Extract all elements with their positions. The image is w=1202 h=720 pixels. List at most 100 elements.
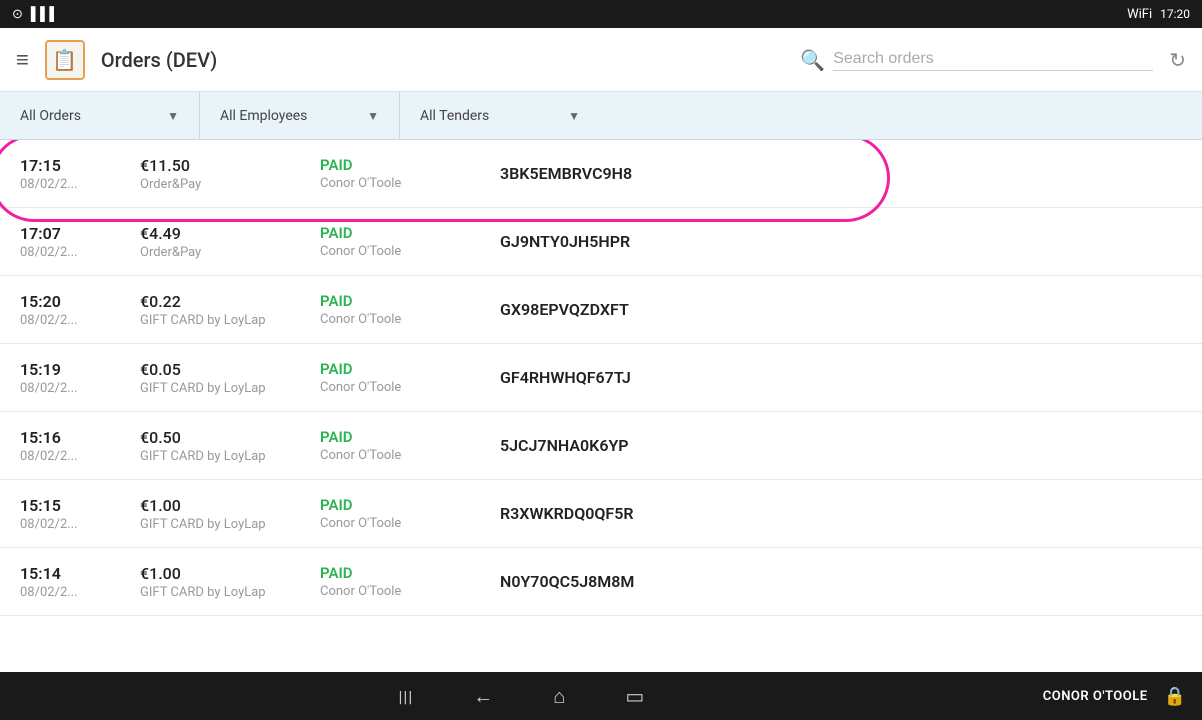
order-date: 08/02/2...: [20, 313, 140, 328]
nav-icons: ||| ← ⌂ ▭: [0, 684, 1043, 709]
filter-all-tenders[interactable]: All Tenders ▼: [400, 92, 600, 139]
order-time-col: 15:19 08/02/2...: [20, 354, 140, 401]
app-title: Orders (DEV): [101, 48, 784, 72]
app-logo: 📋: [45, 40, 85, 80]
order-amount-col: €0.05 GIFT CARD by LoyLap: [140, 354, 320, 401]
order-amount: €0.50: [140, 428, 320, 447]
filter-bar: All Orders ▼ All Employees ▼ All Tenders…: [0, 92, 1202, 140]
order-id: 5JCJ7NHA0K6YP: [500, 422, 1182, 469]
order-status-col: PAID Conor O'Toole: [320, 286, 500, 333]
order-id: R3XWKRDQ0QF5R: [500, 490, 1182, 537]
order-amount-col: €1.00 GIFT CARD by LoyLap: [140, 490, 320, 537]
order-method: GIFT CARD by LoyLap: [140, 517, 320, 532]
order-row[interactable]: 17:07 08/02/2... €4.49 Order&Pay PAID Co…: [0, 208, 1202, 276]
order-row[interactable]: 15:16 08/02/2... €0.50 GIFT CARD by LoyL…: [0, 412, 1202, 480]
order-amount: €0.22: [140, 292, 320, 311]
search-input[interactable]: [833, 48, 1153, 71]
search-icon[interactable]: 🔍: [800, 48, 825, 72]
filter-all-employees[interactable]: All Employees ▼: [200, 92, 400, 139]
status-bar: ⊙ ▌▌▌ WiFi 17:20: [0, 0, 1202, 28]
order-method: GIFT CARD by LoyLap: [140, 313, 320, 328]
order-status-badge: PAID: [320, 360, 500, 378]
order-status-col: PAID Conor O'Toole: [320, 558, 500, 605]
order-employee: Conor O'Toole: [320, 380, 500, 395]
filter-all-employees-label: All Employees: [220, 108, 307, 124]
back-icon[interactable]: ←: [473, 684, 493, 709]
order-status-badge: PAID: [320, 496, 500, 514]
order-status-badge: PAID: [320, 428, 500, 446]
order-status-badge: PAID: [320, 224, 500, 242]
bottom-nav-username: CONOR O'TOOLE: [1043, 689, 1164, 704]
order-date: 08/02/2...: [20, 449, 140, 464]
order-method: Order&Pay: [140, 177, 320, 192]
orders-list: 17:15 08/02/2... €11.50 Order&Pay PAID C…: [0, 140, 1202, 672]
barcode-icon[interactable]: |||: [399, 687, 414, 706]
order-employee: Conor O'Toole: [320, 244, 500, 259]
recent-apps-icon[interactable]: ▭: [625, 684, 644, 708]
order-status-col: PAID Conor O'Toole: [320, 354, 500, 401]
home-icon[interactable]: ⌂: [553, 684, 565, 709]
order-time-col: 15:14 08/02/2...: [20, 558, 140, 605]
status-bar-right: WiFi 17:20: [1127, 7, 1190, 22]
order-time-col: 17:07 08/02/2...: [20, 218, 140, 265]
order-id: GF4RHWHQF67TJ: [500, 354, 1182, 401]
order-time: 15:19: [20, 360, 140, 379]
order-amount: €1.00: [140, 496, 320, 515]
order-id: 3BK5EMBRVC9H8: [500, 150, 1182, 197]
order-employee: Conor O'Toole: [320, 312, 500, 327]
order-status-badge: PAID: [320, 292, 500, 310]
order-amount-col: €4.49 Order&Pay: [140, 218, 320, 265]
order-status-col: PAID Conor O'Toole: [320, 490, 500, 537]
order-amount: €0.05: [140, 360, 320, 379]
order-row[interactable]: 17:15 08/02/2... €11.50 Order&Pay PAID C…: [0, 140, 1202, 208]
order-time: 17:15: [20, 156, 140, 175]
order-status-col: PAID Conor O'Toole: [320, 150, 500, 197]
order-date: 08/02/2...: [20, 381, 140, 396]
status-time: 17:20: [1160, 7, 1190, 21]
order-time-col: 17:15 08/02/2...: [20, 150, 140, 197]
clock-icon: ⊙: [12, 7, 23, 22]
order-amount: €11.50: [140, 156, 320, 175]
signal-bars-icon: ▌▌▌: [31, 6, 59, 22]
order-amount: €1.00: [140, 564, 320, 583]
lock-icon[interactable]: 🔒: [1164, 686, 1202, 707]
filter-all-orders-chevron: ▼: [167, 109, 179, 123]
order-id: GX98EPVQZDXFT: [500, 286, 1182, 333]
filter-all-tenders-chevron: ▼: [568, 109, 580, 123]
order-employee: Conor O'Toole: [320, 448, 500, 463]
order-amount-col: €11.50 Order&Pay: [140, 150, 320, 197]
order-date: 08/02/2...: [20, 585, 140, 600]
order-employee: Conor O'Toole: [320, 176, 500, 191]
menu-icon[interactable]: ≡: [16, 47, 29, 73]
order-time: 15:15: [20, 496, 140, 515]
order-date: 08/02/2...: [20, 245, 140, 260]
order-row[interactable]: 15:19 08/02/2... €0.05 GIFT CARD by LoyL…: [0, 344, 1202, 412]
order-status-badge: PAID: [320, 156, 500, 174]
order-date: 08/02/2...: [20, 517, 140, 532]
wifi-icon: WiFi: [1127, 7, 1152, 22]
status-bar-left: ⊙ ▌▌▌: [12, 6, 59, 22]
search-wrapper: 🔍 ↻: [800, 48, 1186, 72]
order-time: 15:14: [20, 564, 140, 583]
order-time-col: 15:16 08/02/2...: [20, 422, 140, 469]
order-time: 15:16: [20, 428, 140, 447]
refresh-icon[interactable]: ↻: [1169, 48, 1186, 72]
order-row[interactable]: 15:14 08/02/2... €1.00 GIFT CARD by LoyL…: [0, 548, 1202, 616]
filter-all-employees-chevron: ▼: [367, 109, 379, 123]
order-time-col: 15:15 08/02/2...: [20, 490, 140, 537]
bottom-nav: ||| ← ⌂ ▭ CONOR O'TOOLE 🔒: [0, 672, 1202, 720]
order-id: N0Y70QC5J8M8M: [500, 558, 1182, 605]
order-row[interactable]: 15:20 08/02/2... €0.22 GIFT CARD by LoyL…: [0, 276, 1202, 344]
order-amount: €4.49: [140, 224, 320, 243]
order-method: GIFT CARD by LoyLap: [140, 449, 320, 464]
order-time: 17:07: [20, 224, 140, 243]
order-time-col: 15:20 08/02/2...: [20, 286, 140, 333]
filter-all-orders[interactable]: All Orders ▼: [0, 92, 200, 139]
order-method: GIFT CARD by LoyLap: [140, 585, 320, 600]
order-row[interactable]: 15:15 08/02/2... €1.00 GIFT CARD by LoyL…: [0, 480, 1202, 548]
order-date: 08/02/2...: [20, 177, 140, 192]
order-method: GIFT CARD by LoyLap: [140, 381, 320, 396]
order-status-badge: PAID: [320, 564, 500, 582]
app-bar: ≡ 📋 Orders (DEV) 🔍 ↻: [0, 28, 1202, 92]
order-method: Order&Pay: [140, 245, 320, 260]
